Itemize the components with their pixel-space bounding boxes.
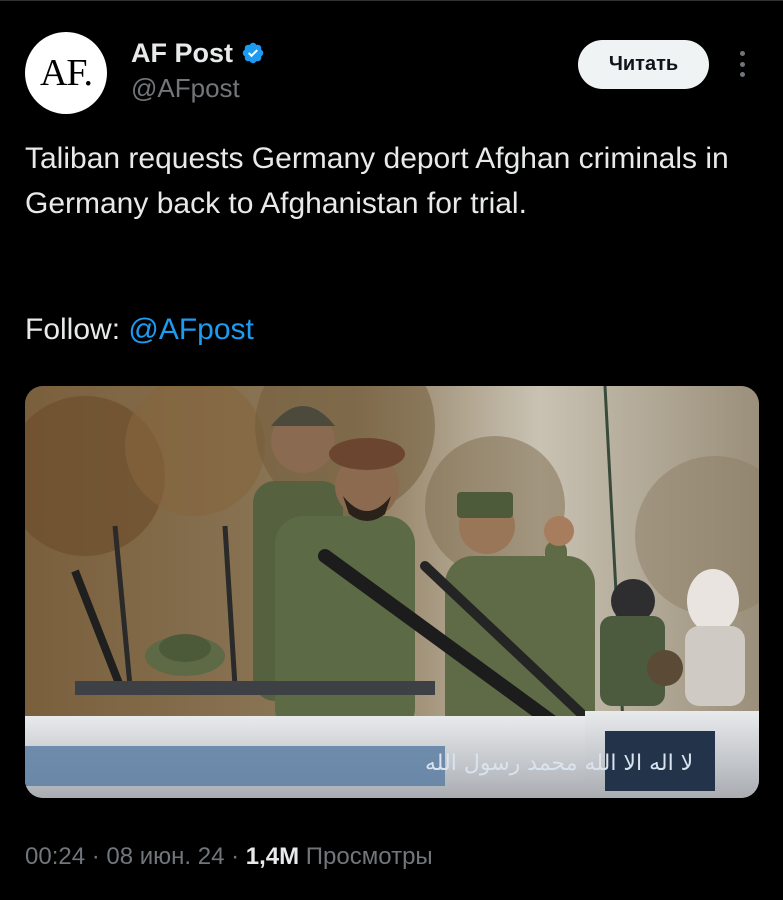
verified-badge-icon [242,42,264,64]
top-divider [0,0,783,1]
avatar-logo-text: AF. [39,52,93,94]
author-name[interactable]: AF Post [131,36,233,70]
follow-button[interactable]: Читать [578,40,709,89]
tweet-text: Taliban requests Germany deport Afghan c… [25,142,729,220]
tweet-time[interactable]: 00:24 [25,843,85,870]
photo-image: لا اله الا الله محمد رسول الله [25,386,759,798]
meta-separator-2: · [224,843,246,870]
views-label: Просмотры [299,843,433,870]
author-avatar[interactable]: AF. [25,32,107,114]
tweet-date[interactable]: 08 июн. 24 [106,843,224,870]
author-name-row[interactable]: AF Post [131,36,265,70]
mention-link[interactable]: @AFpost [128,313,254,346]
tweet-meta-row: 00:24 · 08 июн. 24 · 1,4M Просмотры [25,840,433,874]
views-count: 1,4M [245,843,300,870]
author-handle[interactable]: @AFpost [131,72,240,104]
meta-separator-1: · [85,843,107,870]
more-vertical-icon[interactable] [732,48,752,80]
tweet-photo[interactable]: لا اله الا الله محمد رسول الله [25,386,759,798]
follow-prefix: Follow: [25,313,129,346]
tweet-follow-line: Follow: @AFpost [25,307,254,352]
vehicle-calligraphy: لا اله الا الله محمد رسول الله [425,751,693,776]
